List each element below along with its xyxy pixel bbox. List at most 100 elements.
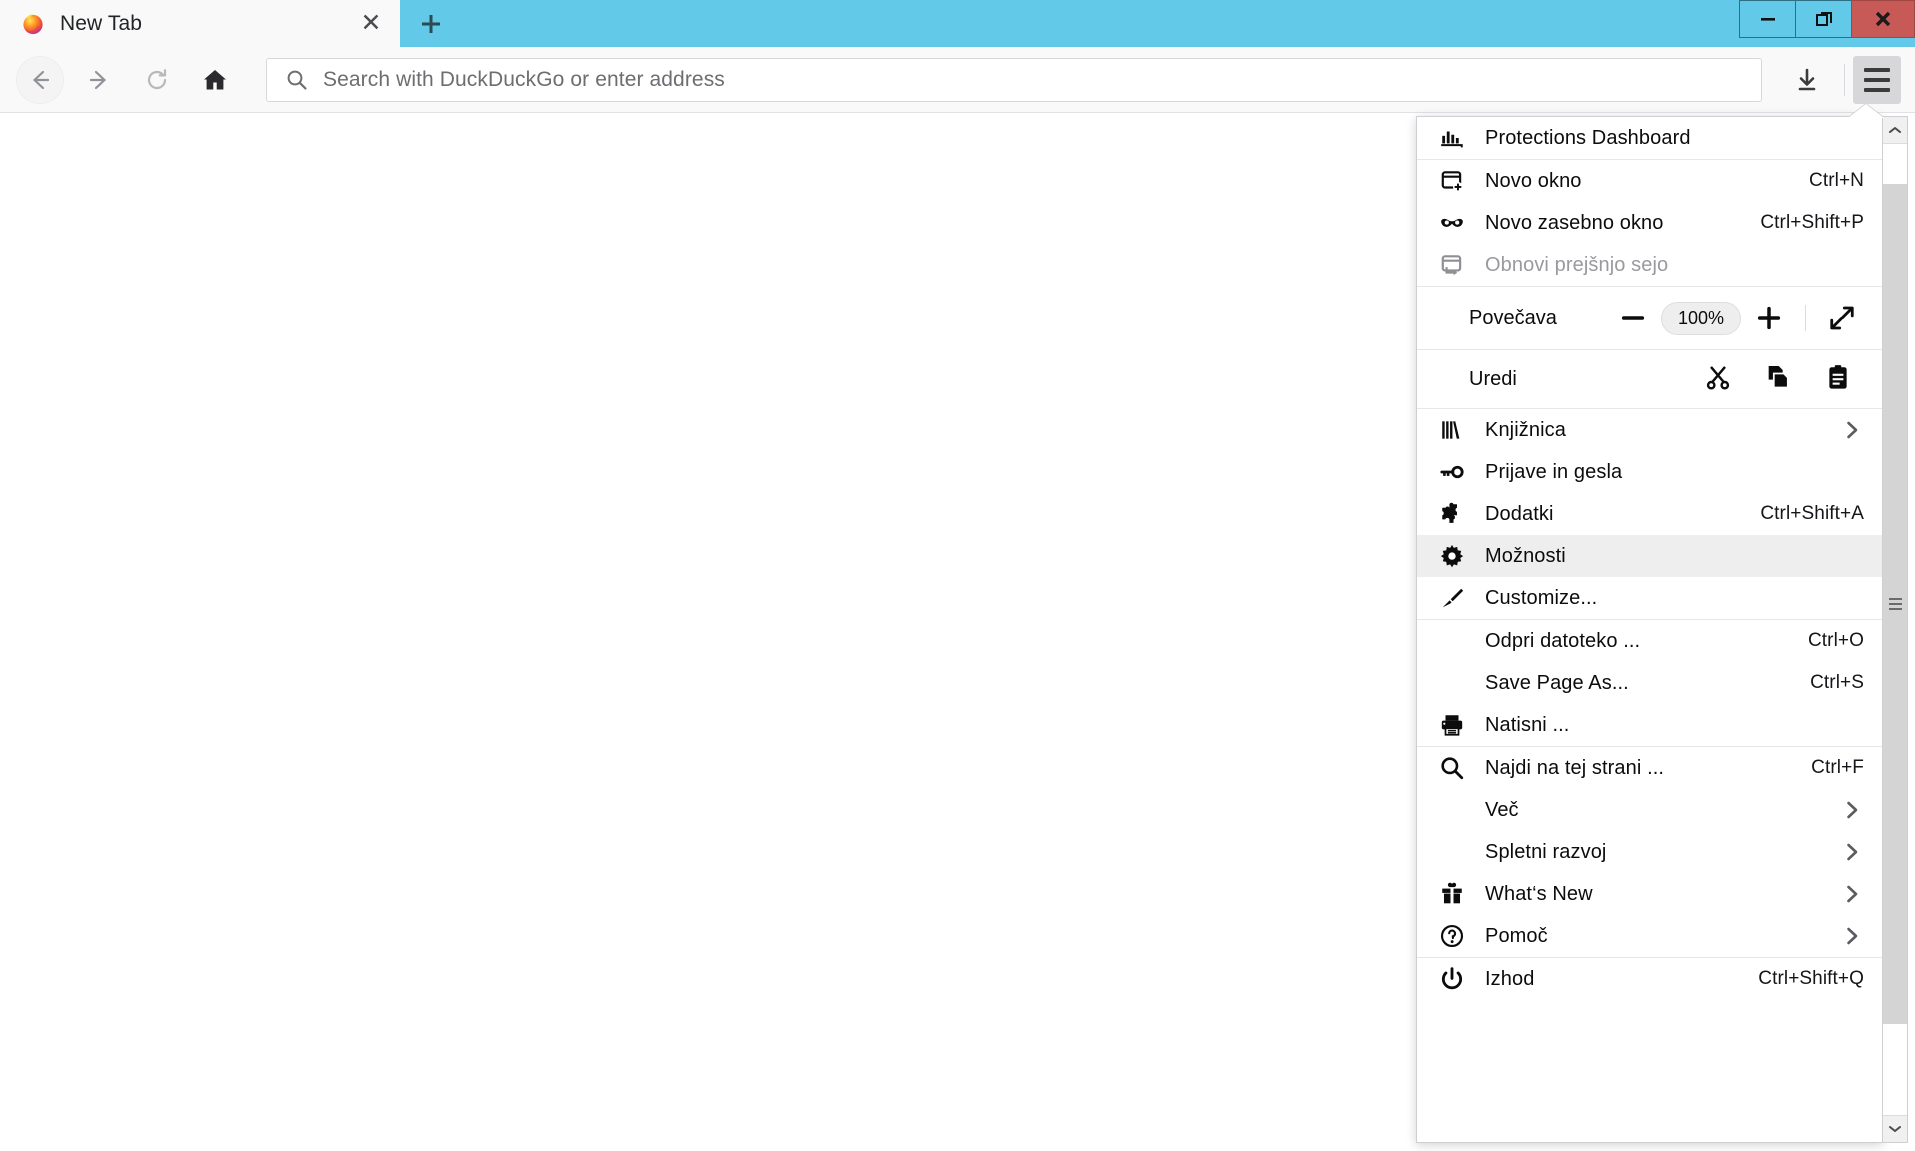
zoom-level-value[interactable]: 100% — [1660, 301, 1741, 335]
new-window-icon — [1439, 168, 1469, 194]
fullscreen-arrows-icon[interactable] — [1816, 298, 1868, 338]
hamburger-line — [1864, 67, 1890, 72]
zoom-label: Povečava — [1469, 306, 1557, 329]
browser-window: New Tab ✕ Search with DuckDuckGo or ente… — [0, 0, 1915, 1151]
download-arrow-icon — [1798, 68, 1816, 90]
copy-pages-icon — [1764, 363, 1792, 396]
edit-label: Uredi — [1469, 367, 1517, 390]
close-icon — [1875, 11, 1891, 27]
scissors-cut-icon — [1704, 363, 1732, 396]
menu-item-mo-nosti[interactable]: Možnosti — [1417, 535, 1882, 577]
minimize-button[interactable] — [1739, 0, 1795, 38]
cut-button[interactable] — [1688, 357, 1748, 401]
scroll-down-arrow[interactable] — [1883, 1115, 1907, 1142]
menu-item-novo-zasebno-okno[interactable]: Novo zasebno okno Ctrl+Shift+P — [1417, 202, 1882, 244]
menu-item-label: Novo okno — [1485, 169, 1582, 192]
menu-item-what-s-new[interactable]: What‘s New — [1417, 873, 1882, 915]
private-mask-icon — [1439, 210, 1469, 236]
menu-item-ve[interactable]: Več — [1417, 789, 1882, 831]
chevron-right-icon — [1842, 882, 1868, 906]
restore-icon — [1815, 12, 1832, 26]
app-menu-panel: Protections Dashboard Novo okno Ctrl+N Novo… — [1416, 116, 1883, 1143]
home-house-icon — [204, 69, 226, 89]
menu-section-tools: Najdi na tej strani ... Ctrl+F Več Spletni … — [1417, 747, 1882, 958]
menu-item-pomo[interactable]: Pomoč — [1417, 915, 1882, 957]
new-tab-button[interactable] — [400, 0, 462, 47]
menu-section-zoom: Povečava 100% — [1417, 287, 1882, 350]
firefox-logo-icon — [22, 13, 44, 35]
maximize-restore-button[interactable] — [1795, 0, 1851, 38]
menu-item-label: Možnosti — [1485, 544, 1566, 567]
menu-item-label: Dodatki — [1485, 502, 1554, 525]
menu-item-dodatki[interactable]: Dodatki Ctrl+Shift+A — [1417, 493, 1882, 535]
menu-item-natisni[interactable]: Natisni ... — [1417, 704, 1882, 746]
menu-item-label: Spletni razvoj — [1485, 840, 1607, 863]
search-magnifier-icon — [1439, 755, 1469, 781]
search-magnifier-icon — [285, 68, 309, 92]
menu-item-spletni-razvoj[interactable]: Spletni razvoj — [1417, 831, 1882, 873]
menu-item-najdi-na-tej-strani[interactable]: Najdi na tej strani ... Ctrl+F — [1417, 747, 1882, 789]
app-menu-scrollbar[interactable] — [1883, 116, 1908, 1143]
tab-strip-empty — [462, 0, 1915, 47]
tab-title: New Tab — [60, 11, 143, 35]
tab-new-tab[interactable]: New Tab ✕ — [0, 0, 400, 47]
chevron-right-icon — [1842, 840, 1868, 864]
back-button[interactable] — [16, 55, 64, 104]
menu-section-file: Odpri datoteko ... Ctrl+O Save Page As... C… — [1417, 620, 1882, 747]
menu-section-edit: Uredi — [1417, 350, 1882, 409]
menu-item-protections-dashboard[interactable]: Protections Dashboard — [1417, 117, 1882, 159]
zoom-out-button[interactable] — [1607, 298, 1659, 338]
forward-arrow-icon — [89, 70, 106, 89]
menu-item-shortcut: Ctrl+Shift+A — [1760, 503, 1864, 524]
key-icon — [1439, 459, 1469, 485]
menu-item-shortcut: Ctrl+F — [1811, 757, 1864, 778]
zoom-in-button[interactable] — [1743, 298, 1795, 338]
forward-button[interactable] — [76, 57, 122, 103]
menu-item-obnovi-prej-njo-sejo: Obnovi prejšnjo sejo — [1417, 244, 1882, 286]
downloads-button[interactable] — [1784, 57, 1830, 103]
library-books-icon — [1439, 417, 1469, 443]
question-circle-icon — [1439, 923, 1469, 949]
scrollbar-track[interactable] — [1883, 144, 1907, 1115]
menu-section-exit: Izhod Ctrl+Shift+Q — [1417, 958, 1882, 1000]
zoom-row: Povečava 100% — [1417, 287, 1882, 349]
gear-icon — [1439, 543, 1469, 569]
url-input-placeholder[interactable]: Search with DuckDuckGo or enter address — [323, 68, 725, 92]
panel-pointer-arrow — [1848, 104, 1884, 118]
menu-item-odpri-datoteko[interactable]: Odpri datoteko ... Ctrl+O — [1417, 620, 1882, 662]
menu-item-label: Obnovi prejšnjo sejo — [1485, 253, 1669, 276]
reload-arrow-icon — [147, 68, 167, 89]
menu-item-shortcut: Ctrl+N — [1809, 170, 1864, 191]
menu-item-customize[interactable]: Customize... — [1417, 577, 1882, 619]
paste-button[interactable] — [1808, 357, 1868, 401]
gift-box-icon — [1439, 881, 1469, 907]
scrollbar-thumb[interactable] — [1883, 184, 1907, 1024]
chevron-right-icon — [1842, 798, 1868, 822]
close-window-button[interactable] — [1851, 0, 1915, 38]
printer-icon — [1439, 712, 1469, 738]
menu-item-knji-nica[interactable]: Knjižnica — [1417, 409, 1882, 451]
power-icon — [1439, 966, 1469, 992]
copy-button[interactable] — [1748, 357, 1808, 401]
clipboard-paste-icon — [1824, 363, 1852, 396]
window-controls — [1739, 0, 1915, 38]
menu-item-novo-okno[interactable]: Novo okno Ctrl+N — [1417, 160, 1882, 202]
menu-section-protections: Protections Dashboard — [1417, 117, 1882, 160]
app-menu-button[interactable] — [1853, 55, 1901, 104]
close-icon[interactable]: ✕ — [354, 7, 388, 41]
paintbrush-icon — [1439, 585, 1469, 611]
hamburger-line — [1864, 77, 1890, 82]
scroll-up-arrow[interactable] — [1883, 117, 1907, 144]
menu-item-izhod[interactable]: Izhod Ctrl+Shift+Q — [1417, 958, 1882, 1000]
home-button[interactable] — [192, 57, 238, 103]
menu-item-label: Prijave in gesla — [1485, 460, 1623, 483]
url-bar[interactable]: Search with DuckDuckGo or enter address — [266, 57, 1762, 102]
menu-item-shortcut: Ctrl+Shift+P — [1760, 212, 1864, 233]
menu-item-prijave-in-gesla[interactable]: Prijave in gesla — [1417, 451, 1882, 493]
menu-item-label: Customize... — [1485, 586, 1598, 609]
menu-item-save-page-as[interactable]: Save Page As... Ctrl+S — [1417, 662, 1882, 704]
chart-bars-icon — [1439, 125, 1469, 151]
edit-row: Uredi — [1417, 350, 1882, 408]
navigation-toolbar: Search with DuckDuckGo or enter address — [0, 47, 1915, 113]
reload-button[interactable] — [134, 57, 180, 103]
